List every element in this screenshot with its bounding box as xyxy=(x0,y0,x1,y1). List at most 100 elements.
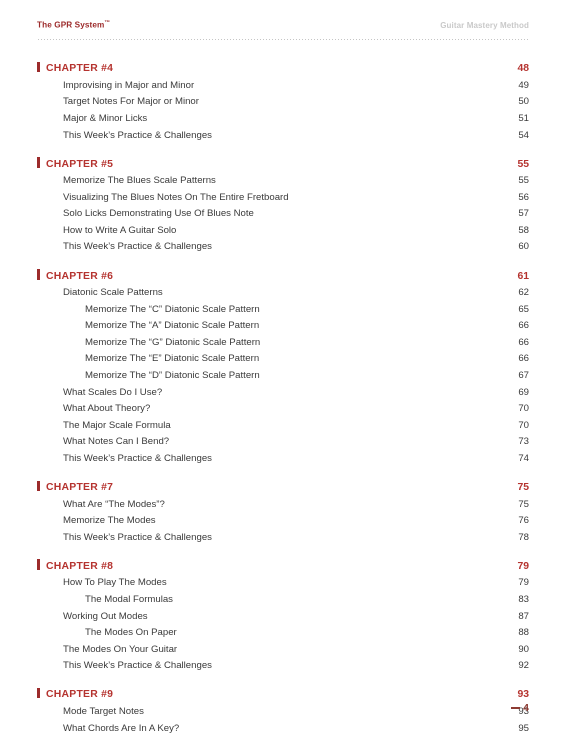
toc-entry-row[interactable]: How To Play The Modes 79 xyxy=(37,577,529,594)
toc-entry-title: This Week’s Practice & Challenges xyxy=(63,453,212,465)
toc-entry-page-number: 69 xyxy=(518,386,529,398)
toc-entry-page-number: 66 xyxy=(518,353,529,365)
chapter-page-number: 79 xyxy=(517,560,529,572)
toc-entry-page-number: 62 xyxy=(518,287,529,299)
toc-entry-page-number: 51 xyxy=(518,112,529,124)
toc-entry-title: Improvising in Major and Minor xyxy=(63,79,195,91)
toc-entry-page-number: 74 xyxy=(518,453,529,465)
chapter-heading-row[interactable]: CHAPTER #7 75 xyxy=(37,480,529,499)
toc-entry-row[interactable]: This Week’s Practice & Challenges 74 xyxy=(37,453,529,470)
toc-entry-page-number: 79 xyxy=(518,577,529,589)
toc-entry-page-number: 87 xyxy=(518,610,529,622)
toc-entry-row[interactable]: Target Notes For Major or Minor 50 xyxy=(37,96,529,113)
page-header: The GPR System™ Guitar Mastery Method xyxy=(37,0,529,30)
toc-entry-row[interactable]: This Week’s Practice & Challenges 60 xyxy=(37,241,529,258)
chapter-heading-row[interactable]: CHAPTER #5 55 xyxy=(37,156,529,175)
toc-entry-page-number: 95 xyxy=(518,722,529,734)
toc-entry-page-number: 50 xyxy=(518,96,529,108)
chapter-heading-row[interactable]: CHAPTER #9 93 xyxy=(37,687,529,706)
toc-entry-row[interactable]: The Modes On Your Guitar 90 xyxy=(37,644,529,661)
toc-entry-row[interactable]: Memorize The “D” Diatonic Scale Pattern 6… xyxy=(37,370,529,387)
toc-entry-row[interactable]: This Week’s Practice & Challenges 92 xyxy=(37,660,529,677)
toc-entry-row[interactable]: Memorize The “E” Diatonic Scale Pattern 6… xyxy=(37,353,529,370)
toc-entry-title: What Are “The Modes”? xyxy=(63,498,165,510)
toc-entry-row[interactable]: Memorize The “A” Diatonic Scale Pattern 6… xyxy=(37,320,529,337)
chapter-marker-icon xyxy=(37,157,40,168)
toc-entry-row[interactable]: What Are “The Modes”? 75 xyxy=(37,499,529,516)
toc-entry-page-number: 60 xyxy=(518,241,529,253)
chapter-group: CHAPTER #4 48 Improvising in Major and Min… xyxy=(37,61,529,146)
toc-entry-row[interactable]: What Chords Are In A Key? 95 xyxy=(37,723,529,739)
toc-entry-title: What Notes Can I Bend? xyxy=(63,436,170,448)
toc-entry-page-number: 73 xyxy=(518,436,529,448)
chapter-heading-row[interactable]: CHAPTER #8 79 xyxy=(37,558,529,577)
toc-entry-row[interactable]: Memorize The Modes 76 xyxy=(37,515,529,532)
toc-entry-page-number: 54 xyxy=(518,129,529,141)
toc-entry-row[interactable]: This Week’s Practice & Challenges 54 xyxy=(37,130,529,147)
toc-entry-page-number: 65 xyxy=(518,303,529,315)
chapter-marker-icon xyxy=(37,61,40,73)
toc-entry-title: Memorize The “A” Diatonic Scale Pattern xyxy=(85,320,260,332)
toc-entry-page-number: 56 xyxy=(518,191,529,203)
chapter-heading-row[interactable]: CHAPTER #6 61 xyxy=(37,268,529,287)
toc-entry-page-number: 49 xyxy=(518,79,529,91)
chapter-marker-icon xyxy=(37,269,40,280)
toc-entry-title: Diatonic Scale Patterns xyxy=(63,287,163,299)
toc-entry-page-number: 70 xyxy=(518,403,529,415)
toc-entry-row[interactable]: Working Out Modes 87 xyxy=(37,611,529,628)
header-divider xyxy=(37,38,529,40)
chapter-marker-icon xyxy=(37,559,40,570)
toc-entry-row[interactable]: What About Theory? 70 xyxy=(37,403,529,420)
toc-entry-title: Target Notes For Major or Minor xyxy=(63,96,199,108)
toc-entry-page-number: 66 xyxy=(518,320,529,332)
toc-entry-row[interactable]: Improvising in Major and Minor 49 xyxy=(37,80,529,97)
chapter-title: CHAPTER #4 xyxy=(46,63,114,75)
toc-entry-row[interactable]: Memorize The Blues Scale Patterns 55 xyxy=(37,175,529,192)
toc-entry-title: The Modes On Paper xyxy=(85,627,177,639)
toc-entry-page-number: 76 xyxy=(518,515,529,527)
toc-entry-row[interactable]: Major & Minor Licks 51 xyxy=(37,113,529,130)
toc-entry-row[interactable]: Memorize The “C” Diatonic Scale Pattern 6… xyxy=(37,304,529,321)
toc-entry-row[interactable]: What Notes Can I Bend? 73 xyxy=(37,436,529,453)
chapter-marker-icon xyxy=(37,687,40,699)
toc-entry-title: Mode Target Notes xyxy=(63,705,144,717)
toc-entry-page-number: 92 xyxy=(518,660,529,672)
toc-entry-title: Memorize The Modes xyxy=(63,515,156,527)
toc-entry-page-number: 83 xyxy=(518,593,529,605)
chapter-page-number: 48 xyxy=(517,63,529,75)
toc-entry-page-number: 55 xyxy=(518,175,529,187)
toc-entry-title: Memorize The “G” Diatonic Scale Pattern xyxy=(85,336,261,348)
toc-entry-row[interactable]: What Scales Do I Use? 69 xyxy=(37,387,529,404)
chapter-title: CHAPTER #7 xyxy=(46,482,114,494)
toc-entry-title: The Modes On Your Guitar xyxy=(63,643,178,655)
toc-entry-row[interactable]: This Week’s Practice & Challenges 78 xyxy=(37,532,529,549)
toc-entry-page-number: 70 xyxy=(518,419,529,431)
toc-entry-title: How To Play The Modes xyxy=(63,577,167,589)
chapter-marker-icon xyxy=(37,480,40,492)
toc-entry-title: This Week’s Practice & Challenges xyxy=(63,531,212,543)
toc-entry-row[interactable]: Visualizing The Blues Notes On The Entir… xyxy=(37,192,529,209)
toc-entry-title: Visualizing The Blues Notes On The Entir… xyxy=(63,191,289,203)
chapter-heading-row[interactable]: CHAPTER #4 48 xyxy=(37,61,529,80)
toc-entry-title: This Week’s Practice & Challenges xyxy=(63,129,212,141)
chapter-group: CHAPTER #6 61 Diatonic Scale Patterns 62 Mem… xyxy=(37,268,529,470)
toc-entry-row[interactable]: Diatonic Scale Patterns 62 xyxy=(37,287,529,304)
trademark-symbol: ™ xyxy=(104,20,111,26)
toc-entry-title: What Chords Are In A Key? xyxy=(63,722,180,734)
header-book-title-text: The GPR System xyxy=(37,20,105,30)
table-of-contents: CHAPTER #4 48 Improvising in Major and Min… xyxy=(37,61,529,739)
toc-entry-row[interactable]: Memorize The “G” Diatonic Scale Pattern 6… xyxy=(37,337,529,354)
toc-entry-row[interactable]: Mode Target Notes 93 xyxy=(37,706,529,723)
toc-entry-title: Memorize The “D” Diatonic Scale Pattern xyxy=(85,370,260,382)
toc-entry-row[interactable]: The Major Scale Formula 70 xyxy=(37,420,529,437)
chapter-group: CHAPTER #5 55 Memorize The Blues Scale Pat… xyxy=(37,156,529,258)
toc-entry-title: This Week’s Practice & Challenges xyxy=(63,241,212,253)
toc-entry-row[interactable]: How to Write A Guitar Solo 58 xyxy=(37,225,529,242)
toc-entry-row[interactable]: Solo Licks Demonstrating Use Of Blues No… xyxy=(37,208,529,225)
toc-entry-row[interactable]: The Modal Formulas 83 xyxy=(37,594,529,611)
chapter-group: CHAPTER #9 93 Mode Target Notes 93 What Chor… xyxy=(37,687,529,739)
header-book-title: The GPR System™ xyxy=(37,20,110,30)
chapter-page-number: 93 xyxy=(517,689,529,701)
toc-entry-title: What Scales Do I Use? xyxy=(63,386,163,398)
toc-entry-row[interactable]: The Modes On Paper 88 xyxy=(37,627,529,644)
